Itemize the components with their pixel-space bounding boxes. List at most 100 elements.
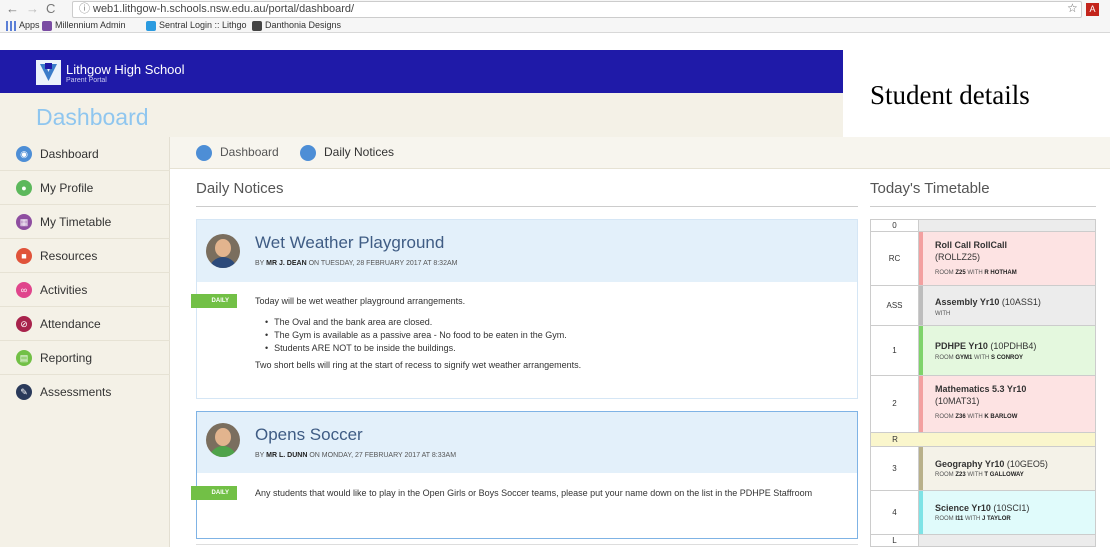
pdf-extension-icon[interactable]: A xyxy=(1086,3,1099,16)
dashboard-icon xyxy=(196,145,212,161)
room-info: ROOM I11 WITH J TAYLOR xyxy=(935,516,1011,522)
back-icon[interactable]: ← xyxy=(6,1,19,16)
address-bar[interactable]: ⓘ web1.lithgow-h.schools.nsw.edu.au/porta… xyxy=(72,1,1082,18)
sidebar-item-label: Resources xyxy=(40,249,98,263)
daily-notices-heading: Daily Notices xyxy=(196,180,284,197)
notice-title[interactable]: Opens Soccer xyxy=(255,425,363,445)
period-label: 2 xyxy=(871,376,919,432)
notice-byline: BY MR J. DEAN ON TUESDAY, 28 FEBRUARY 20… xyxy=(255,260,458,267)
author-avatar xyxy=(206,423,240,457)
notice-title[interactable]: Wet Weather Playground xyxy=(255,233,444,253)
sidebar-item-my-profile[interactable]: ● My Profile xyxy=(0,171,170,205)
sentral-logo-icon xyxy=(146,20,156,31)
notice-body: Any students that would like to play in … xyxy=(255,488,813,498)
period-cell[interactable]: Assembly Yr10 (10ASS1) WITH xyxy=(919,286,1095,325)
section-divider xyxy=(870,206,1096,207)
room-info: ROOM GYM1 WITH S CONROY xyxy=(935,355,1024,361)
notice-card[interactable]: Opens Soccer BY MR L. DUNN ON MONDAY, 27… xyxy=(191,411,858,539)
sidebar: ◉ Dashboard ● My Profile ▦ My Timetable … xyxy=(0,137,170,547)
bookmark-star-icon[interactable]: ☆ xyxy=(1067,1,1078,15)
timetable-row: R xyxy=(870,433,1096,447)
sidebar-item-label: Attendance xyxy=(40,317,101,331)
notice-byline: BY MR L. DUNN ON MONDAY, 27 FEBRUARY 201… xyxy=(255,452,457,459)
apps-grid-icon xyxy=(6,20,16,31)
subject-name: Science Yr10 (10SCI1) xyxy=(935,503,1030,513)
info-icon[interactable]: ⓘ xyxy=(79,3,90,15)
forward-icon[interactable]: → xyxy=(26,1,39,16)
subject-name: Geography Yr10 (10GEO5) xyxy=(935,459,1048,469)
period-label: ASS xyxy=(871,286,919,325)
timetable-row[interactable]: 1 PDHPE Yr10 (10PDHB4) ROOM GYM1 WITH S … xyxy=(870,326,1096,376)
sidebar-item-attendance[interactable]: ⊘ Attendance xyxy=(0,307,170,341)
reporting-icon: ▤ xyxy=(16,350,32,366)
subject-name: PDHPE Yr10 (10PDHB4) xyxy=(935,341,1037,351)
breadcrumb-daily-notices[interactable]: Daily Notices xyxy=(300,145,394,161)
sidebar-item-dashboard[interactable]: ◉ Dashboard xyxy=(0,137,170,171)
period-cell[interactable]: Roll Call RollCall (ROLLZ25) ROOM Z25 WIT… xyxy=(919,232,1095,285)
notices-icon xyxy=(300,145,316,161)
sidebar-item-label: Activities xyxy=(40,283,88,297)
notice-body: Today will be wet weather playground arr… xyxy=(255,295,845,372)
bookmark-millennium-admin[interactable]: Millennium Admin xyxy=(42,20,126,31)
danthonia-logo-icon xyxy=(252,20,262,31)
period-label: 1 xyxy=(871,326,919,375)
browser-nav-row: ← → C ⓘ web1.lithgow-h.schools.nsw.edu.au… xyxy=(0,0,1110,19)
timetable-heading: Today's Timetable xyxy=(870,180,990,197)
room-info: ROOM Z36 WITH K BARLOW xyxy=(935,414,1018,420)
author-avatar xyxy=(206,234,240,268)
period-cell[interactable]: Science Yr10 (10SCI1) ROOM I11 WITH J TA… xyxy=(919,491,1095,534)
sidebar-item-label: My Timetable xyxy=(40,215,112,229)
breadcrumb-dashboard[interactable]: Dashboard xyxy=(196,145,279,161)
period-cell[interactable]: PDHPE Yr10 (10PDHB4) ROOM GYM1 WITH S CO… xyxy=(919,326,1095,375)
student-details-label: Student details xyxy=(870,80,1030,110)
room-info: ROOM Z25 WITH R HOTHAM xyxy=(935,270,1017,276)
timetable-row[interactable]: RC Roll Call RollCall (ROLLZ25) ROOM Z25 … xyxy=(870,232,1096,286)
period-label: RC xyxy=(871,232,919,285)
timetable-row[interactable]: 3 Geography Yr10 (10GEO5) ROOM Z23 WITH … xyxy=(870,447,1096,491)
sidebar-item-label: My Profile xyxy=(40,181,94,195)
sidebar-item-resources[interactable]: ■ Resources xyxy=(0,239,170,273)
period-cell xyxy=(919,535,1095,546)
millennium-logo-icon xyxy=(42,20,52,31)
timetable-row: 0 xyxy=(870,219,1096,232)
sidebar-item-label: Reporting xyxy=(40,351,93,365)
attendance-icon: ⊘ xyxy=(16,316,32,332)
url-text: web1.lithgow-h.schools.nsw.edu.au/portal… xyxy=(93,3,355,15)
dashboard-icon: ◉ xyxy=(16,146,32,162)
period-label: 0 xyxy=(871,220,919,231)
timetable-row[interactable]: ASS Assembly Yr10 (10ASS1) WITH xyxy=(870,286,1096,326)
daily-flag: DAILY xyxy=(191,294,237,308)
bookmarks-bar: Apps Millennium Admin Sentral Login :: L… xyxy=(0,19,1110,33)
period-label: 4 xyxy=(871,491,919,534)
period-label: R xyxy=(892,435,898,444)
breadcrumb: Dashboard Daily Notices xyxy=(170,137,1110,169)
reload-icon[interactable]: C xyxy=(46,1,55,16)
subject-name: Assembly Yr10 (10ASS1) xyxy=(935,297,1041,307)
sidebar-item-label: Dashboard xyxy=(40,147,99,161)
page-title: Dashboard xyxy=(36,104,149,130)
timetable-row: L xyxy=(870,535,1096,547)
bookmark-sentral-login[interactable]: Sentral Login :: Lithgo xyxy=(146,20,247,31)
sidebar-item-assessments[interactable]: ✎ Assessments xyxy=(0,375,170,409)
section-divider xyxy=(196,206,858,207)
bookmark-apps[interactable]: Apps xyxy=(6,20,40,31)
period-cell xyxy=(919,220,1095,231)
next-notice-edge xyxy=(196,544,858,545)
activities-icon: ∞ xyxy=(16,282,32,298)
sidebar-item-activities[interactable]: ∞ Activities xyxy=(0,273,170,307)
browser-toolbar: ← → C ⓘ web1.lithgow-h.schools.nsw.edu.au… xyxy=(0,0,1110,33)
school-name[interactable]: Lithgow High School xyxy=(66,62,185,77)
sidebar-item-reporting[interactable]: ▤ Reporting xyxy=(0,341,170,375)
timetable-row[interactable]: 4 Science Yr10 (10SCI1) ROOM I11 WITH J … xyxy=(870,491,1096,535)
notice-card[interactable]: Wet Weather Playground BY MR J. DEAN ON … xyxy=(191,219,858,399)
timetable-row[interactable]: 2 Mathematics 5.3 Yr10 (10MAT31) ROOM Z36… xyxy=(870,376,1096,433)
sidebar-item-my-timetable[interactable]: ▦ My Timetable xyxy=(0,205,170,239)
period-cell[interactable]: Geography Yr10 (10GEO5) ROOM Z23 WITH T … xyxy=(919,447,1095,490)
resources-icon: ■ xyxy=(16,248,32,264)
sidebar-item-label: Assessments xyxy=(40,385,112,399)
subject-name: Roll Call RollCall (ROLLZ25) xyxy=(935,240,1008,262)
school-crest-icon xyxy=(36,60,61,85)
bookmark-danthonia-designs[interactable]: Danthonia Designs xyxy=(252,20,341,31)
period-cell[interactable]: Mathematics 5.3 Yr10 (10MAT31) ROOM Z36 W… xyxy=(919,376,1095,432)
assessments-icon: ✎ xyxy=(16,384,32,400)
